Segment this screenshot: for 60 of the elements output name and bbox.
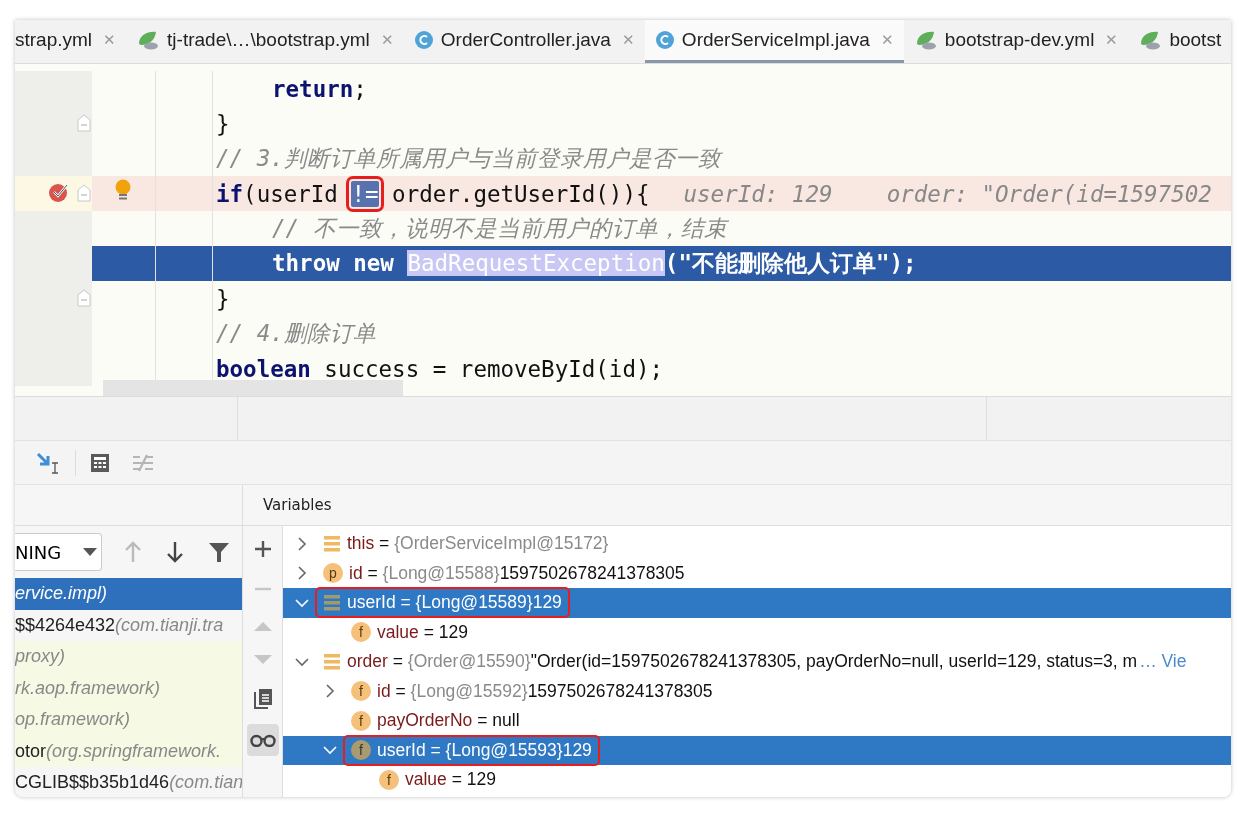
file-tab[interactable]: bootstrap-dev.yml ✕ xyxy=(903,20,1129,63)
object-icon xyxy=(323,593,341,612)
file-tab[interactable]: tj-trade\…\bootstrap.yml ✕ xyxy=(126,20,404,63)
variable-entry[interactable]: this = {OrderServiceImpl@15172} xyxy=(347,533,609,555)
variable-entry[interactable]: userId = {Long@15593}129 xyxy=(377,739,592,761)
variable-entry[interactable]: userId = {Long@15589}129 xyxy=(347,592,562,614)
glasses-icon xyxy=(249,733,276,747)
field-icon: f xyxy=(351,710,371,731)
field-icon: f xyxy=(351,740,371,761)
code-text: } xyxy=(216,110,230,137)
stack-frame[interactable]: otor(org.springframework. xyxy=(15,735,242,767)
field-icon: f xyxy=(379,769,399,790)
variable-entry[interactable]: payOrderNo = null xyxy=(377,710,520,732)
down-arrow-icon[interactable] xyxy=(166,541,184,563)
stack-frame[interactable]: CGLIB$$b35b1d46(com.tian xyxy=(15,767,242,797)
object-icon xyxy=(323,652,341,671)
object-icon xyxy=(323,534,341,553)
code-text: return; xyxy=(272,75,367,102)
view-link[interactable]: … Vie xyxy=(1139,651,1187,673)
field-icon: f xyxy=(351,622,371,643)
variable-entry[interactable]: order = {Order@15590}"Order(id=1597502678241378305, payOrderNo=null, userId=129, status=3, m xyxy=(347,651,1138,673)
thread-dropdown[interactable]: NING xyxy=(15,533,102,571)
stack-frame[interactable]: $$4264e432(com.tianji.tra xyxy=(15,609,242,641)
variable-entry[interactable]: id = {Long@15592}1597502678241378305 xyxy=(377,680,713,702)
lightbulb-icon[interactable] xyxy=(114,179,132,203)
code-text: // 4.删除订单 xyxy=(216,319,376,348)
breakpoint-icon[interactable] xyxy=(48,181,70,203)
parameter-icon: p xyxy=(323,563,343,584)
field-icon: f xyxy=(351,681,371,702)
step-into-icon[interactable] xyxy=(35,450,61,475)
code-text: // 不一致，说明不是当前用户的订单，结束 xyxy=(272,214,727,243)
panel-title: Variables xyxy=(263,496,332,514)
add-icon[interactable] xyxy=(253,540,272,558)
code-text: throw new BadRequestException("不能删除他人订单"); xyxy=(272,249,917,278)
code-text: if(userId != order.getUserId()){ xyxy=(216,180,650,207)
file-tab[interactable]: bootst xyxy=(1128,20,1231,63)
inline-debug-value: userId: 129 order: "Order(id=1597502 xyxy=(683,180,1212,207)
leaf-cloud-icon xyxy=(1138,30,1163,50)
variable-entry[interactable]: value = 129 xyxy=(405,769,496,791)
code-text: boolean success = removeById(id); xyxy=(216,355,664,382)
class-c-icon xyxy=(413,30,434,50)
code-text: // 3.判断订单所属用户与当前登录用户是否一致 xyxy=(216,144,721,173)
fold-marker-icon[interactable] xyxy=(77,114,91,132)
variable-entry[interactable]: value = 129 xyxy=(377,621,468,643)
copy-icon[interactable] xyxy=(252,688,273,710)
calculator-icon[interactable] xyxy=(90,452,110,473)
class-c-icon xyxy=(654,30,675,50)
leaf-cloud-icon xyxy=(136,30,161,50)
file-tab[interactable]: OrderController.java ✕ xyxy=(403,20,645,63)
fold-marker-icon[interactable] xyxy=(77,289,91,307)
code-text: } xyxy=(216,285,230,312)
watches-toggle[interactable] xyxy=(246,724,279,756)
fold-marker-icon[interactable] xyxy=(77,184,91,202)
file-tab[interactable]: OrderServiceImpl.java ✕ xyxy=(644,20,904,63)
stack-frame[interactable]: ervice.impl) xyxy=(15,578,242,610)
caret-icon xyxy=(83,548,98,556)
variable-entry[interactable]: id = {Long@15588}1597502678241378305 xyxy=(349,562,685,584)
filter-icon[interactable] xyxy=(208,541,230,563)
scrollbar-thumb[interactable] xyxy=(103,380,403,396)
file-tab[interactable]: strap.yml ✕ xyxy=(15,20,127,63)
